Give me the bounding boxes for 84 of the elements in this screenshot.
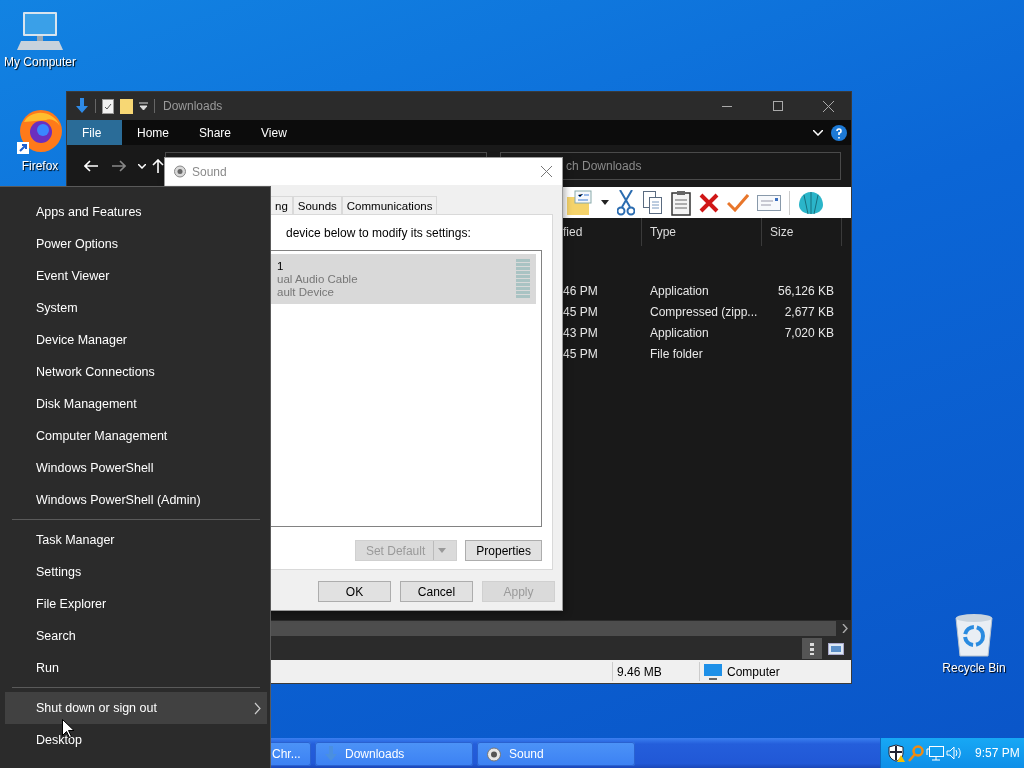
device-description: ual Audio Cable (277, 272, 358, 286)
browser-icon (16, 108, 64, 156)
table-cell-text: Compressed (zipp... (649, 304, 759, 319)
up-arrow-icon[interactable] (152, 159, 164, 173)
device-status: ault Device (277, 285, 335, 299)
menu-item[interactable]: Desktop (5, 724, 267, 756)
table-cell-text: 46 PM (562, 283, 599, 298)
table-cell-text: 43 PM (562, 325, 599, 340)
table-cell-text: 45 PM (562, 304, 599, 319)
forward-arrow-icon[interactable] (112, 160, 126, 172)
table-cell-text: 2,677 KB (783, 304, 835, 319)
table-cell-text: Application (649, 283, 710, 298)
monitor-icon (704, 663, 722, 680)
shell-icon[interactable] (798, 190, 824, 215)
shield-icon[interactable] (888, 744, 906, 762)
network-icon[interactable] (926, 745, 944, 761)
dialog-button[interactable]: Cancel (400, 581, 473, 602)
dialog-tab[interactable]: Communications (341, 196, 438, 214)
speaker-icon (174, 165, 186, 178)
menu-item[interactable]: Run (5, 652, 267, 684)
dialog-tab[interactable]: ng (270, 196, 293, 214)
menu-item[interactable]: Task Manager (5, 524, 267, 556)
dialog-button[interactable]: Properties (465, 540, 542, 561)
maximize-icon[interactable] (772, 101, 783, 111)
icon-label[interactable]: Recycle Bin (942, 661, 1006, 675)
menu-item[interactable]: Device Manager (5, 324, 267, 356)
volume-icon[interactable] (946, 746, 962, 760)
help-icon[interactable] (831, 124, 847, 141)
status-text: Computer (727, 664, 780, 679)
table-cell-text: 56,126 KB (776, 283, 835, 298)
status-text: 9.46 MB (612, 662, 699, 681)
ribbon-tab[interactable]: View (246, 120, 302, 145)
column-header[interactable]: Size (762, 218, 842, 246)
checklist-icon[interactable] (102, 98, 114, 114)
ribbon-tab[interactable]: Home (122, 120, 184, 145)
window-title: Sound (192, 164, 227, 179)
ribbon-tab[interactable]: File (67, 120, 122, 145)
details-view-icon[interactable] (809, 641, 815, 656)
recycle-bin-icon (954, 612, 994, 658)
cut-icon[interactable] (617, 189, 635, 216)
device-name: 1 (277, 259, 285, 273)
level-meter (516, 259, 530, 299)
dropdown-icon[interactable] (139, 102, 148, 110)
menu-item[interactable]: File Explorer (5, 588, 267, 620)
menu-item[interactable]: Apps and Features (5, 196, 267, 228)
delete-icon[interactable] (699, 192, 719, 213)
menu-item[interactable]: Computer Management (5, 420, 267, 452)
icon-label[interactable]: Firefox (21, 159, 59, 173)
ribbon-tab[interactable]: Share (184, 120, 247, 145)
close-icon[interactable] (823, 100, 834, 112)
computer-icon (17, 10, 63, 52)
clipboard-icon[interactable] (671, 189, 691, 216)
menu-item[interactable]: Search (5, 620, 267, 652)
copy-icon[interactable] (643, 190, 663, 215)
menu-item[interactable]: Settings (5, 556, 267, 588)
table-cell-text: 7,020 KB (783, 325, 835, 340)
table-cell-text: File folder (649, 346, 704, 361)
icon-label[interactable]: My Computer (4, 55, 76, 69)
back-arrow-icon[interactable] (84, 160, 98, 172)
window-title: Downloads (163, 99, 223, 113)
caret-icon[interactable] (601, 200, 609, 205)
folder-checklist-icon[interactable] (565, 188, 593, 217)
menu-item[interactable]: Windows PowerShell (5, 452, 267, 484)
menu-item[interactable]: Disk Management (5, 388, 267, 420)
speaker-icon (487, 746, 501, 762)
dialog-button[interactable]: OK (318, 581, 391, 602)
table-cell-text: 45 PM (562, 346, 599, 361)
menu-item[interactable]: Windows PowerShell (Admin) (5, 484, 267, 516)
menu-item[interactable]: Network Connections (5, 356, 267, 388)
folder-icon[interactable] (120, 98, 133, 114)
download-arrow-icon[interactable] (75, 98, 89, 114)
minimize-icon[interactable] (721, 105, 732, 107)
scroll-right-icon[interactable] (842, 624, 848, 633)
instruction-text: device below to modify its settings: (286, 226, 472, 240)
caret-icon[interactable] (138, 163, 146, 169)
menu-item[interactable]: Shut down or sign out (5, 692, 267, 724)
dialog-tab[interactable]: Sounds (292, 196, 342, 214)
close-icon[interactable] (541, 166, 552, 177)
details-view-button[interactable] (802, 638, 822, 659)
chevron-down-icon[interactable] (813, 129, 823, 136)
envelope-icon[interactable] (757, 194, 781, 211)
checkmark-icon[interactable] (727, 193, 749, 212)
column-header[interactable]: Type (642, 218, 762, 246)
table-cell-text: Application (649, 325, 710, 340)
